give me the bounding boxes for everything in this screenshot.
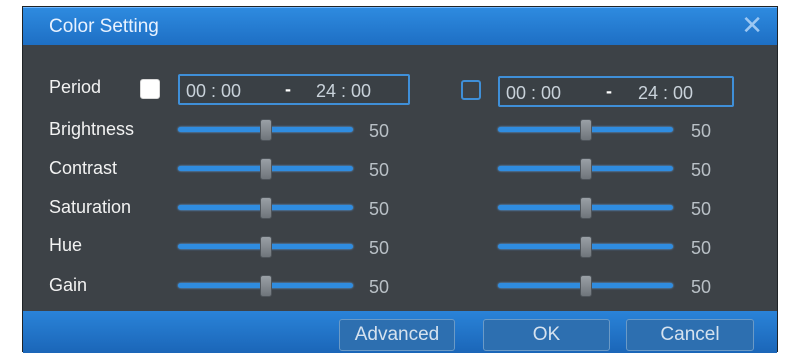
gain-right-value: 50 [691,277,712,297]
brightness-left-slider[interactable] [178,119,353,141]
period-right-start[interactable]: 00 : 00 [506,83,561,104]
contrast-right-slider[interactable] [498,158,673,180]
slider-thumb[interactable] [259,119,272,141]
advanced-button[interactable]: Advanced [339,319,455,351]
slider-thumb[interactable] [259,275,272,297]
gain-left-slider[interactable] [178,275,353,297]
brightness-label: Brightness [49,119,135,139]
saturation-right-value: 50 [691,199,712,219]
contrast-left-value: 50 [369,160,390,180]
hue-right-slider[interactable] [498,236,673,258]
hue-label: Hue [49,235,83,255]
slider-thumb[interactable] [259,236,272,258]
saturation-left-slider[interactable] [178,197,353,219]
dialog-title: Color Setting [49,16,159,37]
period-right-time-field[interactable]: 00 : 00 - 24 : 00 [498,76,734,107]
contrast-label: Contrast [49,158,118,178]
hue-left-value: 50 [369,238,390,258]
contrast-right-value: 50 [691,160,712,180]
period-left-time-field[interactable]: 00 : 00 - 24 : 00 [178,74,410,105]
period-right-end[interactable]: 24 : 00 [638,83,693,104]
gain-right-slider[interactable] [498,275,673,297]
slider-thumb[interactable] [579,119,592,141]
period-left-start[interactable]: 00 : 00 [186,81,241,102]
hue-right-value: 50 [691,238,712,258]
contrast-left-slider[interactable] [178,158,353,180]
saturation-label: Saturation [49,197,132,217]
slider-thumb[interactable] [259,197,272,219]
saturation-left-value: 50 [369,199,390,219]
gain-left-value: 50 [369,277,390,297]
brightness-left-value: 50 [369,121,390,141]
slider-thumb[interactable] [579,197,592,219]
period-right-separator: - [606,81,612,101]
close-icon[interactable]: ✕ [741,12,763,38]
period-left-end[interactable]: 24 : 00 [316,81,371,102]
period-left-separator: - [285,79,291,99]
brightness-right-slider[interactable] [498,119,673,141]
gain-label: Gain [49,275,88,295]
hue-left-slider[interactable] [178,236,353,258]
period-right-checkbox[interactable] [461,80,481,100]
period-label: Period [49,77,102,97]
cancel-button[interactable]: Cancel [626,319,754,351]
slider-thumb[interactable] [579,236,592,258]
saturation-right-slider[interactable] [498,197,673,219]
color-setting-dialog: Color Setting ✕ Period 00 : 00 - 24 : 00… [22,6,778,353]
ok-button[interactable]: OK [483,319,610,351]
slider-thumb[interactable] [579,275,592,297]
slider-thumb[interactable] [579,158,592,180]
slider-thumb[interactable] [259,158,272,180]
title-bar: Color Setting ✕ [23,7,777,45]
period-left-checkbox[interactable] [140,79,160,99]
brightness-right-value: 50 [691,121,712,141]
